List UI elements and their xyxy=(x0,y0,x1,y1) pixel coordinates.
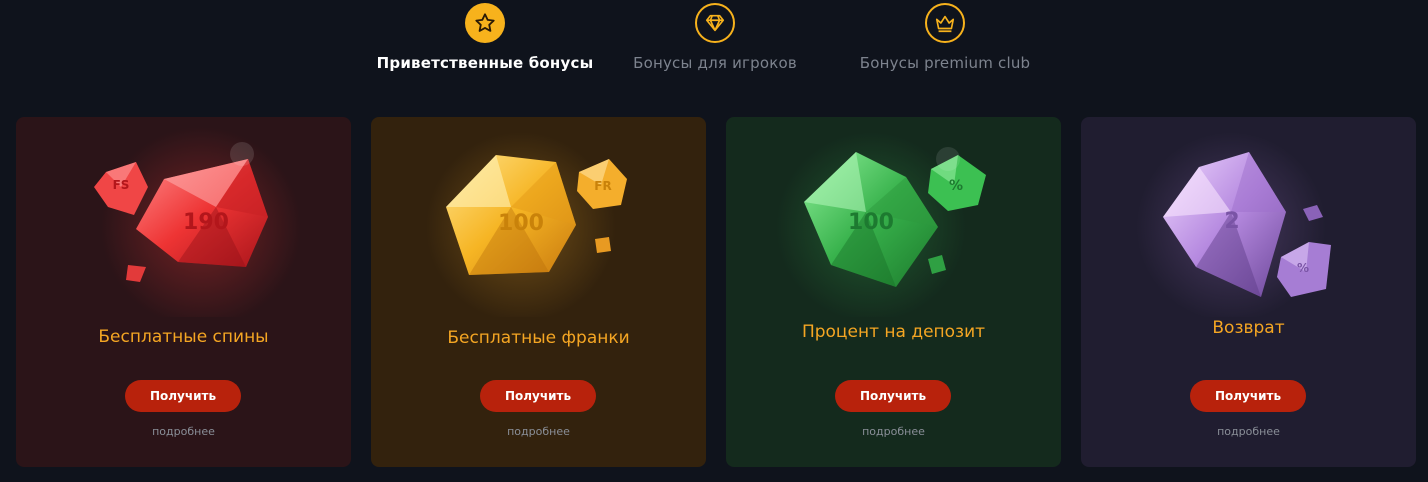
small-gem-label: % xyxy=(948,178,964,194)
tab-premium-club-bonuses[interactable]: Бонусы premium club xyxy=(815,0,1075,90)
gem-value: 100 xyxy=(498,211,544,236)
bonus-tabs: Приветственные бонусы Бонусы для игроков… xyxy=(0,0,1428,100)
get-bonus-button[interactable]: Получить xyxy=(1190,380,1306,412)
diamond-icon xyxy=(695,3,735,43)
star-icon xyxy=(465,3,505,43)
bonus-card-free-francs: 100 FR Бесплатные франки Получить подроб… xyxy=(371,117,706,467)
small-gem-label: % xyxy=(1296,261,1310,275)
crown-icon xyxy=(925,3,965,43)
get-bonus-button[interactable]: Получить xyxy=(480,380,596,412)
gem-value: 2 xyxy=(1224,209,1240,234)
tab-label: Бонусы для игроков xyxy=(633,54,797,72)
get-bonus-button[interactable]: Получить xyxy=(125,380,241,412)
small-gem-label: FS xyxy=(112,178,130,192)
details-link[interactable]: подробнее xyxy=(726,425,1061,438)
tab-label: Приветственные бонусы xyxy=(376,54,594,72)
tab-label: Бонусы premium club xyxy=(859,54,1031,72)
bonus-card-free-spins: 190 FS Бесплатные спины Получить подробн… xyxy=(16,117,351,467)
details-link[interactable]: подробнее xyxy=(16,425,351,438)
card-title: Возврат xyxy=(1212,318,1285,338)
small-gem-label: FR xyxy=(594,179,612,193)
bonus-card-deposit-percent: 100 % Процент на депозит Получить подроб… xyxy=(726,117,1061,467)
details-link[interactable]: подробнее xyxy=(1081,425,1416,438)
card-title: Бесплатные спины xyxy=(98,327,269,347)
tab-welcome-bonuses[interactable]: Приветственные бонусы xyxy=(355,0,615,90)
tab-player-bonuses[interactable]: Бонусы для игроков xyxy=(585,0,845,90)
gem-value: 100 xyxy=(848,210,894,235)
details-link[interactable]: подробнее xyxy=(371,425,706,438)
gem-value: 190 xyxy=(183,210,229,235)
card-title: Бесплатные франки xyxy=(447,328,630,348)
card-title: Процент на депозит xyxy=(801,322,986,342)
get-bonus-button[interactable]: Получить xyxy=(835,380,951,412)
bonus-card-cashback: 2 % Возврат Получить подробнее xyxy=(1081,117,1416,467)
